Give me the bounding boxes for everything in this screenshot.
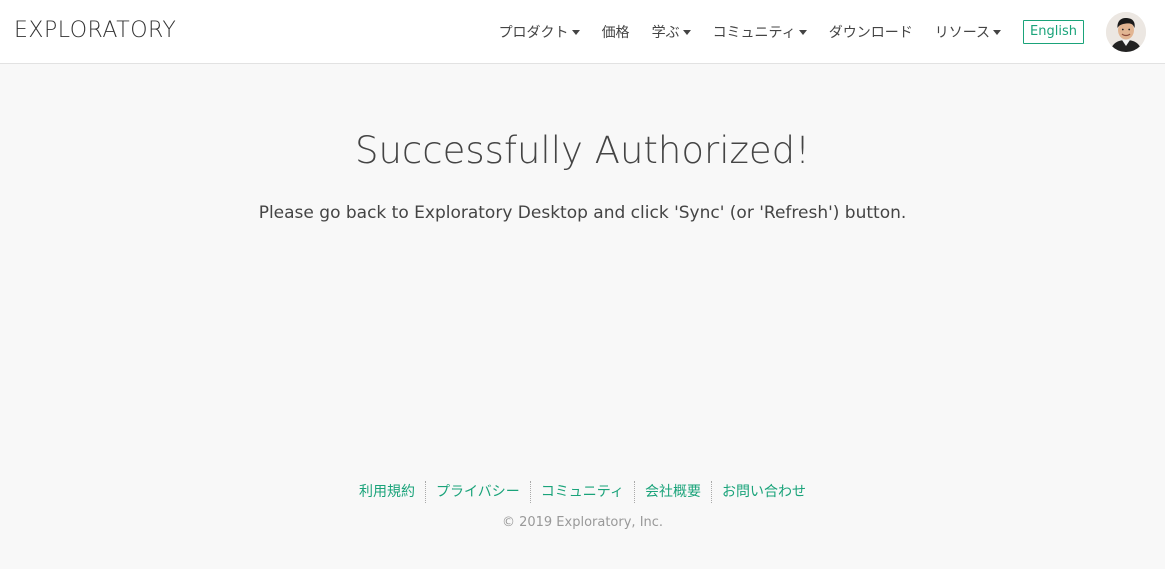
page-title: Successfully Authorized! (355, 129, 810, 172)
english-language-button[interactable]: English (1023, 20, 1084, 44)
nav-item-download[interactable]: ダウンロード (829, 22, 913, 42)
caret-down-icon (993, 30, 1002, 35)
user-avatar[interactable] (1106, 12, 1146, 52)
nav-item-label: ダウンロード (828, 25, 913, 41)
copyright-text: © 2019 Exploratory, Inc. (501, 515, 664, 530)
caret-down-icon (571, 30, 580, 35)
nav-item-label: プロダクト (498, 25, 569, 41)
footer-link-privacy[interactable]: プライバシー (425, 481, 530, 503)
nav-item-learn[interactable]: 学ぶ (652, 22, 691, 42)
nav-item-label: コミュニティ (712, 25, 796, 41)
instruction-message: Please go back to Exploratory Desktop an… (258, 203, 907, 223)
footer-link-terms[interactable]: 利用規約 (349, 481, 425, 503)
nav-item-community[interactable]: コミュニティ (713, 22, 807, 42)
top-navbar: EXPLORATORY プロダクト 価格 学ぶ コミュニティ ダウンロード リソ… (0, 0, 1165, 64)
nav-item-label: リソース (934, 25, 991, 41)
caret-down-icon (798, 30, 807, 35)
exploratory-logo[interactable]: EXPLORATORY (14, 17, 176, 45)
footer-links: 利用規約 プライバシー コミュニティ 会社概要 お問い合わせ (0, 481, 1165, 503)
nav-menu: プロダクト 価格 学ぶ コミュニティ ダウンロード リソース English (499, 0, 1146, 64)
footer-link-community[interactable]: コミュニティ (529, 481, 634, 503)
nav-item-label: 学ぶ (651, 25, 680, 41)
avatar-icon (1106, 12, 1146, 52)
nav-item-product[interactable]: プロダクト (499, 22, 580, 42)
nav-item-pricing[interactable]: 価格 (602, 22, 630, 42)
nav-item-resources[interactable]: リソース (934, 22, 1002, 42)
footer-link-company[interactable]: 会社概要 (633, 481, 711, 503)
nav-item-label: 価格 (601, 25, 630, 41)
caret-down-icon (682, 30, 691, 35)
footer-link-contact[interactable]: お問い合わせ (710, 481, 816, 503)
